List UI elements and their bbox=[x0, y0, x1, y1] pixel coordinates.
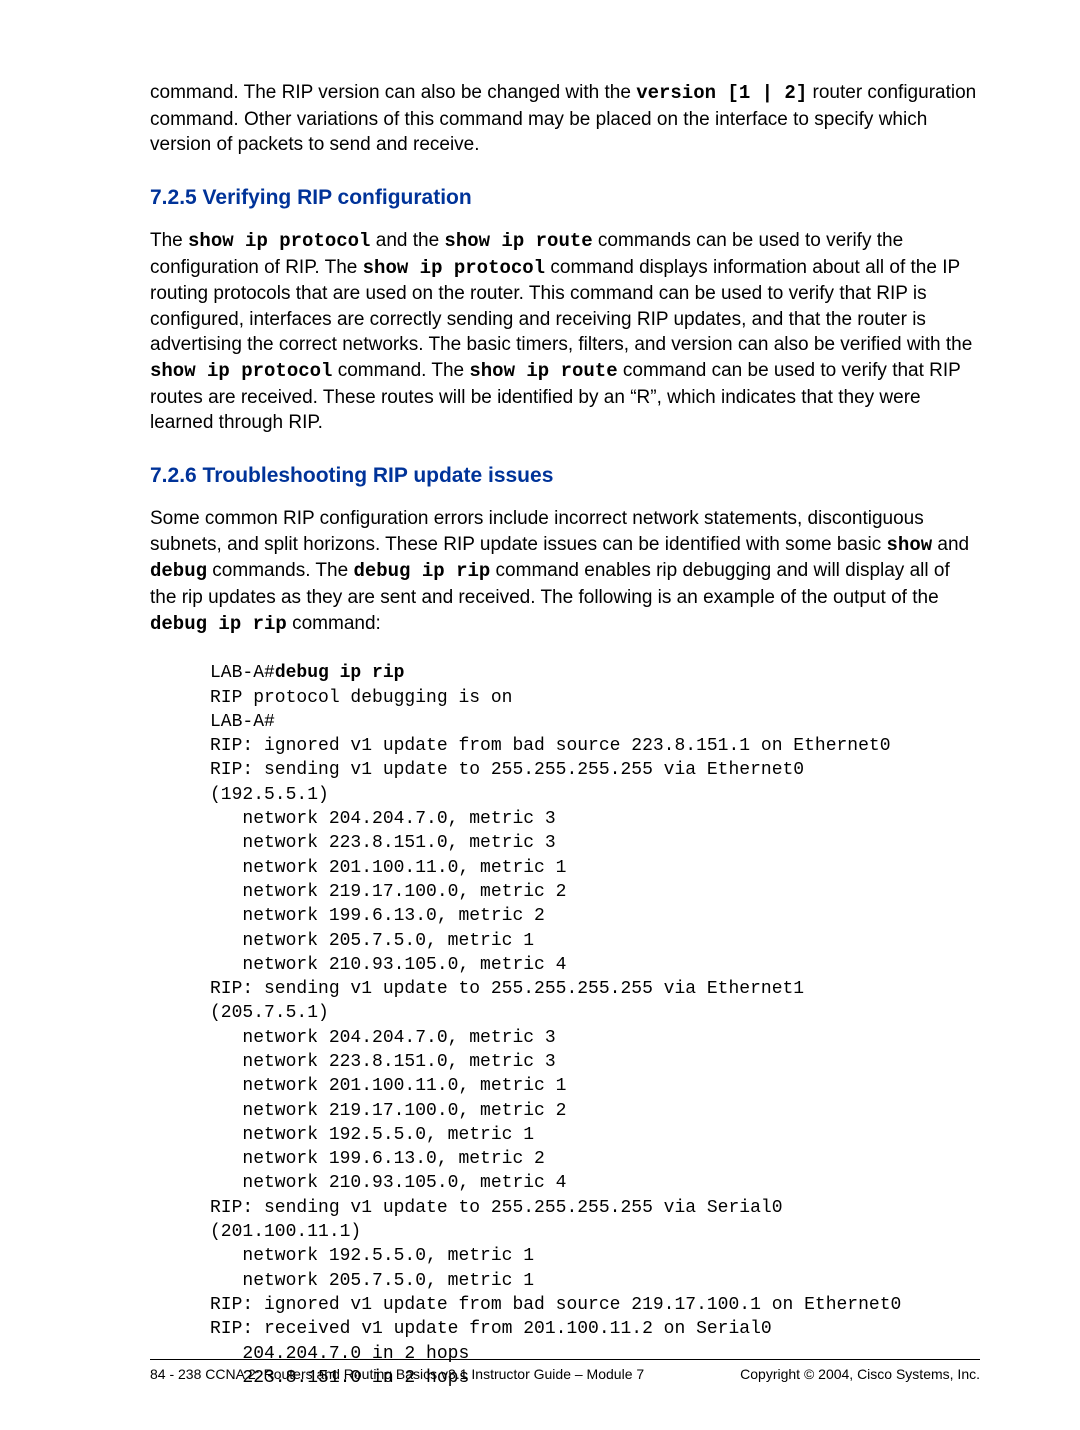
section-726-body: Some common RIP configuration errors inc… bbox=[150, 506, 980, 637]
inline-command: debug ip rip bbox=[150, 613, 287, 635]
text: command: bbox=[287, 613, 381, 634]
inline-command: show ip protocol bbox=[188, 230, 370, 252]
code-output-block: LAB-A#debug ip rip RIP protocol debuggin… bbox=[210, 661, 980, 1390]
code-line: network 210.93.105.0, metric 4 bbox=[210, 1173, 566, 1193]
code-line: network 223.8.151.0, metric 3 bbox=[210, 1052, 556, 1072]
code-line: network 219.17.100.0, metric 2 bbox=[210, 1101, 566, 1121]
code-line: (201.100.11.1) bbox=[210, 1222, 361, 1242]
inline-command: debug bbox=[150, 560, 207, 582]
code-line: RIP: ignored v1 update from bad source 2… bbox=[210, 736, 891, 756]
section-heading-726: 7.2.6 Troubleshooting RIP update issues bbox=[150, 464, 980, 488]
code-line: network 192.5.5.0, metric 1 bbox=[210, 1125, 534, 1145]
code-line: network 210.93.105.0, metric 4 bbox=[210, 955, 566, 975]
text: Some common RIP configuration errors inc… bbox=[150, 508, 924, 555]
inline-command: show ip protocol bbox=[363, 257, 545, 279]
text: command. The bbox=[332, 360, 469, 381]
page-footer: 84 - 238 CCNA 2: Routers and Routing Bas… bbox=[150, 1359, 980, 1382]
code-line: network 199.6.13.0, metric 2 bbox=[210, 906, 545, 926]
intro-paragraph: command. The RIP version can also be cha… bbox=[150, 80, 980, 158]
code-line: LAB-A# bbox=[210, 663, 275, 683]
code-line: network 205.7.5.0, metric 1 bbox=[210, 1271, 534, 1291]
code-line: network 192.5.5.0, metric 1 bbox=[210, 1246, 534, 1266]
text: and the bbox=[370, 230, 444, 251]
code-line: RIP: sending v1 update to 255.255.255.25… bbox=[210, 979, 804, 999]
code-line: RIP: ignored v1 update from bad source 2… bbox=[210, 1295, 901, 1315]
code-line: network 205.7.5.0, metric 1 bbox=[210, 931, 534, 951]
code-line: network 201.100.11.0, metric 1 bbox=[210, 1076, 566, 1096]
code-line: RIP: received v1 update from 201.100.11.… bbox=[210, 1319, 772, 1339]
inline-command: show ip route bbox=[469, 360, 617, 382]
inline-command: show ip protocol bbox=[150, 360, 332, 382]
inline-command: debug ip rip bbox=[353, 560, 490, 582]
footer-left: 84 - 238 CCNA 2: Routers and Routing Bas… bbox=[150, 1366, 644, 1382]
text: The bbox=[150, 230, 188, 251]
inline-command: show bbox=[887, 534, 933, 556]
text: commands. The bbox=[207, 560, 353, 581]
code-line: (192.5.5.1) bbox=[210, 785, 329, 805]
code-line: (205.7.5.1) bbox=[210, 1003, 329, 1023]
code-line: network 223.8.151.0, metric 3 bbox=[210, 833, 556, 853]
code-line: network 201.100.11.0, metric 1 bbox=[210, 858, 566, 878]
code-line: network 199.6.13.0, metric 2 bbox=[210, 1149, 545, 1169]
code-line: LAB-A# bbox=[210, 712, 275, 732]
code-bold: debug ip rip bbox=[275, 663, 405, 683]
section-725-body: The show ip protocol and the show ip rou… bbox=[150, 228, 980, 436]
page-container: command. The RIP version can also be cha… bbox=[0, 0, 1080, 1430]
inline-command: show ip route bbox=[444, 230, 592, 252]
text: and bbox=[932, 534, 969, 555]
code-line: network 204.204.7.0, metric 3 bbox=[210, 809, 556, 829]
code-line: RIP protocol debugging is on bbox=[210, 688, 512, 708]
code-line: network 219.17.100.0, metric 2 bbox=[210, 882, 566, 902]
code-line: network 204.204.7.0, metric 3 bbox=[210, 1028, 556, 1048]
footer-right: Copyright © 2004, Cisco Systems, Inc. bbox=[740, 1366, 980, 1382]
section-heading-725: 7.2.5 Verifying RIP configuration bbox=[150, 186, 980, 210]
inline-command: version [1 | 2] bbox=[636, 82, 807, 104]
code-line: RIP: sending v1 update to 255.255.255.25… bbox=[210, 760, 804, 780]
text: command. The RIP version can also be cha… bbox=[150, 82, 636, 103]
code-line: RIP: sending v1 update to 255.255.255.25… bbox=[210, 1198, 783, 1218]
